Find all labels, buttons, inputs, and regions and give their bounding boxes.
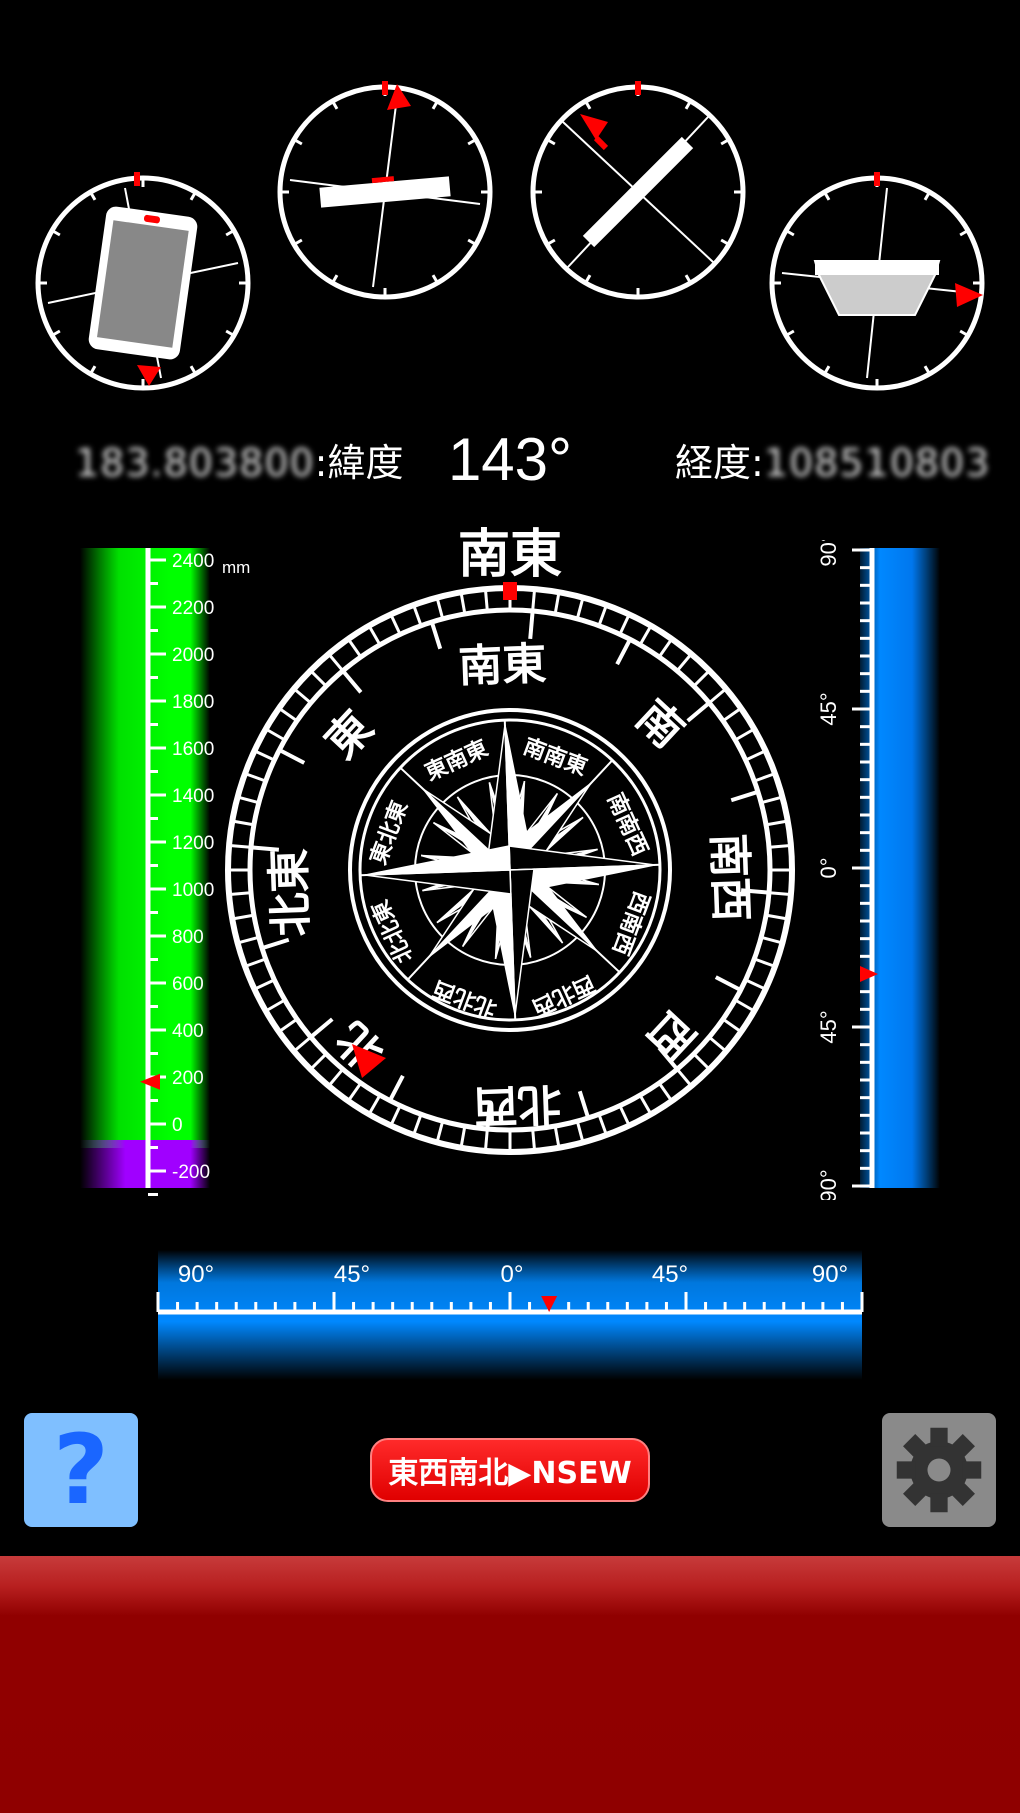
compass-outer-label: 北東: [264, 848, 318, 938]
yaw-dial: [530, 81, 746, 300]
vertical-tilt-tick-label: 45°: [816, 692, 841, 725]
altitude-tick-label: 400: [172, 1021, 204, 1042]
altitude-tick-label: 0: [172, 1115, 183, 1136]
vertical-tilt-scale: 90° 45° 0° 45° 90°: [816, 540, 940, 1200]
altitude-tick-label: 2400: [172, 551, 214, 572]
vertical-tilt-tick-label: 45°: [816, 1010, 841, 1043]
yaw-marker: [580, 114, 608, 140]
compass-inner-label: 西北西: [528, 970, 598, 1020]
longitude-value: 108510803: [763, 441, 991, 485]
phone-front-icon: [88, 206, 198, 360]
altitude-unit: mm: [222, 558, 250, 577]
compass-outer-label: 南: [626, 691, 693, 758]
help-button[interactable]: ?: [24, 1413, 138, 1527]
compass-outer-label: 東: [316, 702, 383, 769]
horizontal-tilt-tick-label: 45°: [334, 1261, 370, 1288]
compass-outer-label: 南東: [457, 639, 547, 693]
longitude-readout: 経度:108510803: [675, 432, 990, 487]
horizontal-tilt-tick-label: 0°: [501, 1261, 524, 1288]
gear-icon: [896, 1427, 982, 1513]
help-question-icon: ?: [53, 1414, 109, 1526]
compass-inner-label: 南南西: [602, 789, 652, 859]
horizontal-tilt-scale: 90° 45° 0° 45° 90°: [156, 1250, 864, 1380]
altitude-tick-label: 1800: [172, 692, 214, 713]
altitude-tick-label: 800: [172, 927, 204, 948]
altitude-tick-label: 600: [172, 974, 204, 995]
compass-outer-label: 西: [637, 1001, 704, 1068]
longitude-label: 経度:: [675, 441, 764, 485]
toggle-language-button[interactable]: 東西南北▶NSEW: [370, 1438, 650, 1502]
compass-inner-label: 南南東: [520, 734, 591, 781]
altitude-tick-label: 1400: [172, 786, 214, 807]
horizontal-tilt-tick-label: 90°: [178, 1261, 214, 1288]
altitude-tick-label: 1000: [172, 880, 214, 901]
tilt-dial: [769, 172, 985, 391]
altitude-tick-label: -200: [172, 1162, 210, 1183]
phone-side-icon: [319, 176, 451, 208]
compass-outer-label: 南西: [702, 832, 756, 922]
altitude-tick-label: 1600: [172, 739, 214, 760]
altitude-tick-label: 2000: [172, 645, 214, 666]
phone-edge-icon: [582, 136, 694, 248]
compass-outer-label: 北西: [473, 1077, 563, 1131]
phone-bottom-icon: [813, 260, 941, 316]
settings-button[interactable]: [882, 1413, 996, 1527]
roll-marker: [137, 365, 161, 386]
heading-marker: [503, 582, 517, 600]
compass-star-icon: [364, 724, 656, 1016]
vertical-tilt-tick-label: 90°: [816, 540, 841, 567]
vertical-tilt-tick-label: 90°: [816, 1169, 841, 1200]
compass-inner-label: 西南西: [607, 888, 654, 959]
vertical-tilt-tick-label: 0°: [816, 857, 841, 878]
pitch-dial: [277, 81, 493, 300]
horizontal-tilt-tick-label: 90°: [812, 1261, 848, 1288]
horizontal-tilt-tick-label: 45°: [652, 1261, 688, 1288]
ad-banner: [0, 1556, 1020, 1813]
roll-dial: [35, 172, 251, 391]
altitude-tick-label: 200: [172, 1068, 204, 1089]
altitude-tick-label: 1200: [172, 833, 214, 854]
compass-rose: 南東南南西西北西北北東東 南南東南南西西南西西北西北北西北北東東北東東南東: [225, 582, 795, 1155]
altitude-tick-label: 2200: [172, 598, 214, 619]
toggle-language-label: 東西南北▶NSEW: [388, 1456, 632, 1491]
